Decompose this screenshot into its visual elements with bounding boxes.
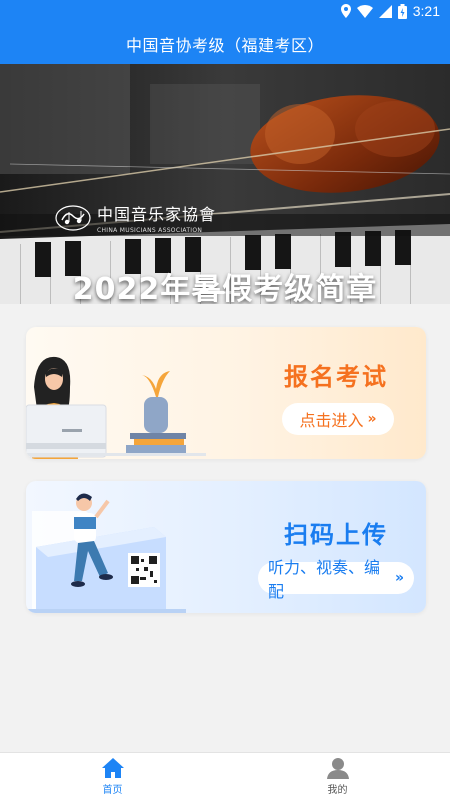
study-illustration <box>26 356 206 459</box>
tab-home-label: 首页 <box>102 785 123 796</box>
signup-exam-card[interactable]: 报名考试 点击进入 » <box>26 327 426 459</box>
wifi-icon <box>356 4 373 18</box>
music-logo-icon <box>55 204 91 231</box>
user-icon <box>326 758 349 779</box>
logo-text: 中国音乐家協會 CHINA MUSICIANS ASSOCIATION <box>97 201 216 234</box>
tab-mine[interactable]: 我的 <box>225 753 450 800</box>
carousel-indicator <box>205 291 245 294</box>
status-bar: 3:21 <box>0 0 450 24</box>
banner-headline: 2022年暑假考级简章 <box>72 272 378 304</box>
battery-icon <box>397 3 407 19</box>
tab-home[interactable]: 首页 <box>0 753 225 800</box>
carousel-dot <box>225 291 245 294</box>
upload-type-label: 听力、视奏、编配 <box>268 558 381 601</box>
logo-text-cn: 中国音乐家協會 <box>97 205 217 224</box>
page-title: 中国音协考级（福建考区） <box>125 36 324 55</box>
scan-illustration <box>26 493 186 613</box>
carousel-dot-active <box>205 291 225 294</box>
scan-upload-card[interactable]: 扫码上传 听力、视奏、编配 » <box>26 481 426 613</box>
bottom-nav: 首页 我的 <box>0 752 450 800</box>
double-chevron-right-icon: » <box>367 411 377 427</box>
signal-icon <box>378 4 392 18</box>
location-icon <box>340 4 351 18</box>
banner-carousel[interactable]: 中国音乐家協會 CHINA MUSICIANS ASSOCIATION 2022… <box>0 64 450 304</box>
enter-button[interactable]: 点击进入 » <box>282 403 394 435</box>
scan-title: 扫码上传 <box>284 521 388 549</box>
home-icon <box>101 758 124 778</box>
association-logo: 中国音乐家協會 CHINA MUSICIANS ASSOCIATION <box>55 201 216 234</box>
tab-mine-label: 我的 <box>327 785 348 796</box>
app-bar: 中国音协考级（福建考区） <box>0 24 450 64</box>
upload-type-button[interactable]: 听力、视奏、编配 » <box>258 558 414 601</box>
logo-text-en: CHINA MUSICIANS ASSOCIATION <box>97 227 203 234</box>
enter-button-label: 点击进入 <box>299 411 364 430</box>
signup-title: 报名考试 <box>284 363 388 391</box>
status-icons: 3:21 <box>340 3 440 19</box>
double-chevron-right-icon: » <box>394 570 404 586</box>
status-time: 3:21 <box>412 3 440 19</box>
